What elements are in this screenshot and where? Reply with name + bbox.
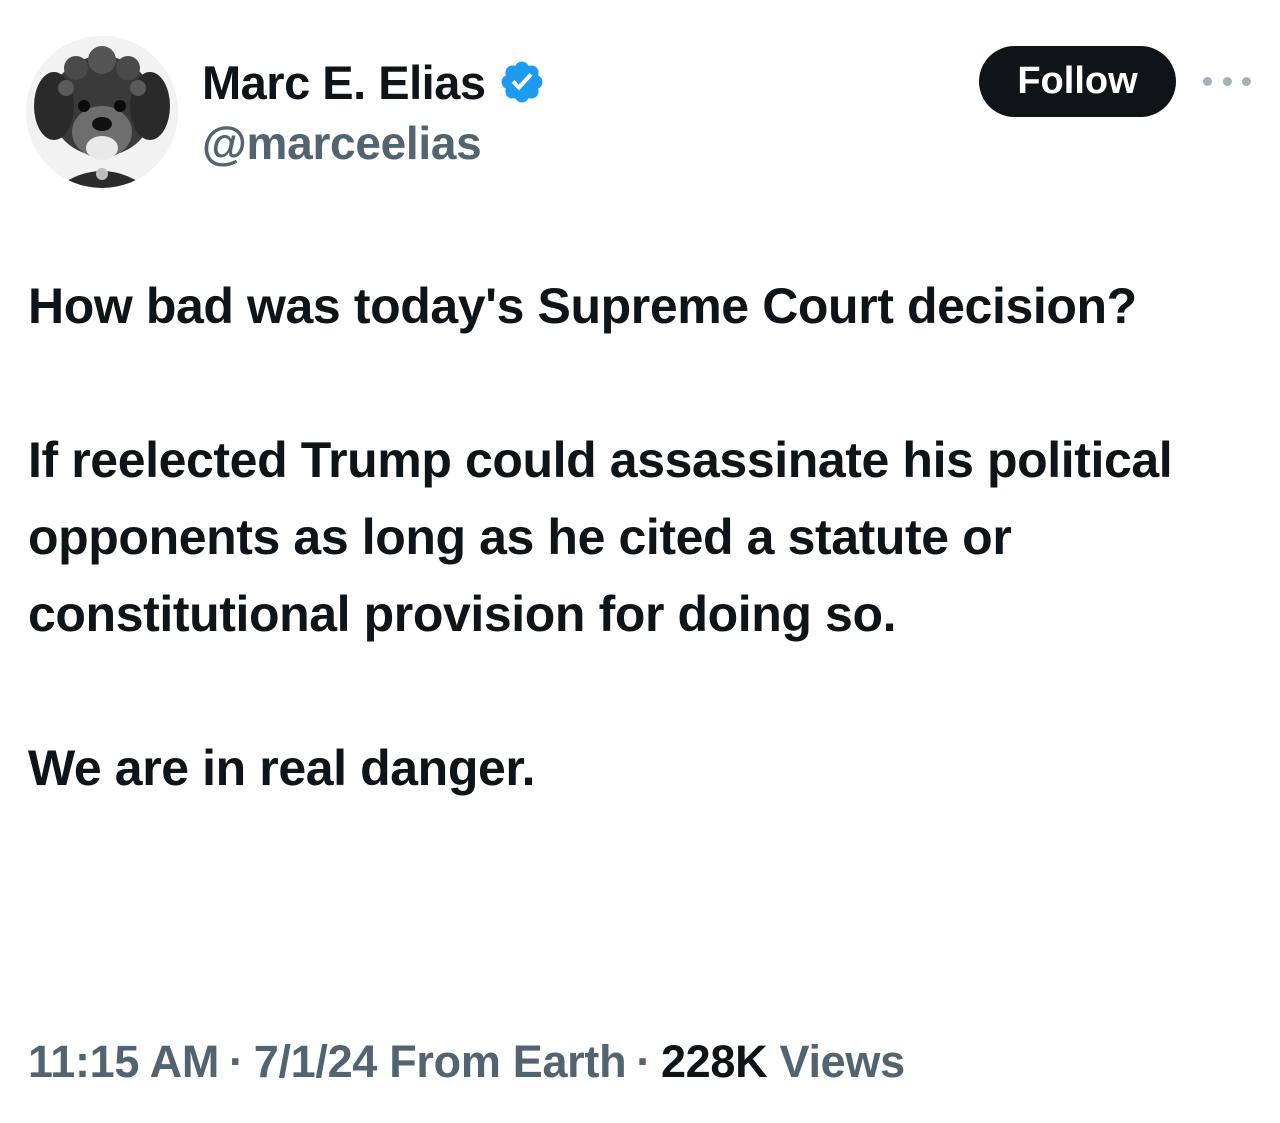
tweet-date[interactable]: 7/1/24 [254,1036,378,1087]
follow-button[interactable]: Follow [979,46,1176,117]
avatar[interactable] [26,36,178,188]
tweet-paragraph: We are in real danger. [28,740,536,796]
meta-separator: · [636,1036,651,1087]
dot [1203,76,1212,86]
tweet-meta: 11:15 AM · 7/1/24 From Earth · 228K Views [28,1032,905,1092]
dot [1242,76,1251,86]
meta-separator: · [229,1036,244,1087]
views-count: 228K [660,1036,768,1087]
verified-badge-icon[interactable] [498,58,546,106]
tweet-paragraph: How bad was today's Supreme Court decisi… [28,278,1137,334]
views-label: Views [779,1036,906,1087]
author-name-row: Marc E. Elias [202,52,546,112]
author-display-name[interactable]: Marc E. Elias [202,55,486,110]
dog-avatar-icon [26,36,178,188]
tweet-time[interactable]: 11:15 AM [28,1036,219,1087]
tweet-card: Marc E. Elias @marceelias Follow How bad… [0,0,1280,1123]
tweet-paragraph: If reelected Trump could assassinate his… [28,432,1173,642]
tweet-text: How bad was today's Supreme Court decisi… [28,268,1258,807]
tweet-source: From Earth [389,1036,627,1087]
author-handle[interactable]: @marceelias [202,116,482,170]
more-horizontal-icon[interactable] [1203,66,1251,96]
dot [1222,76,1232,86]
